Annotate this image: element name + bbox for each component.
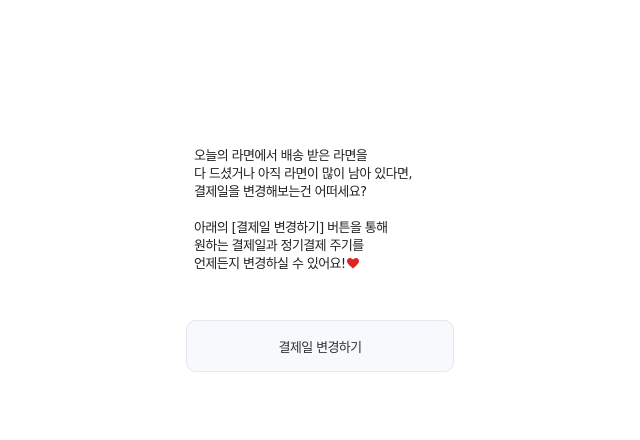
message-text: 오늘의 라면에서 배송 받은 라면을 다 드셨거나 아직 라면이 많이 남아 있… <box>194 148 454 275</box>
message-line: 오늘의 라면에서 배송 받은 라면을 <box>194 149 368 164</box>
message-line: 원하는 결제일과 정기결제 주기를 <box>194 239 364 254</box>
change-payment-date-button[interactable]: 결제일 변경하기 <box>186 320 454 372</box>
heart-icon <box>346 257 359 275</box>
page: 오늘의 라면에서 배송 받은 라면을 다 드셨거나 아직 라면이 많이 남아 있… <box>0 0 640 440</box>
message-paragraph-2: 아래의 [결제일 변경하기] 버튼을 통해 원하는 결제일과 정기결제 주기를 … <box>194 220 454 275</box>
message-line: 다 드셨거나 아직 라면이 많이 남아 있다면, <box>194 167 412 182</box>
message-line: 결제일을 변경해보는건 어떠세요? <box>194 185 367 200</box>
message-line-with-heart: 언제든지 변경하실 수 있어요! <box>194 256 454 275</box>
message-line: 아래의 [결제일 변경하기] 버튼을 통해 <box>194 221 388 236</box>
message-paragraph-1: 오늘의 라면에서 배송 받은 라면을 다 드셨거나 아직 라면이 많이 남아 있… <box>194 148 454 202</box>
message-line-text: 언제든지 변경하실 수 있어요! <box>194 257 346 272</box>
